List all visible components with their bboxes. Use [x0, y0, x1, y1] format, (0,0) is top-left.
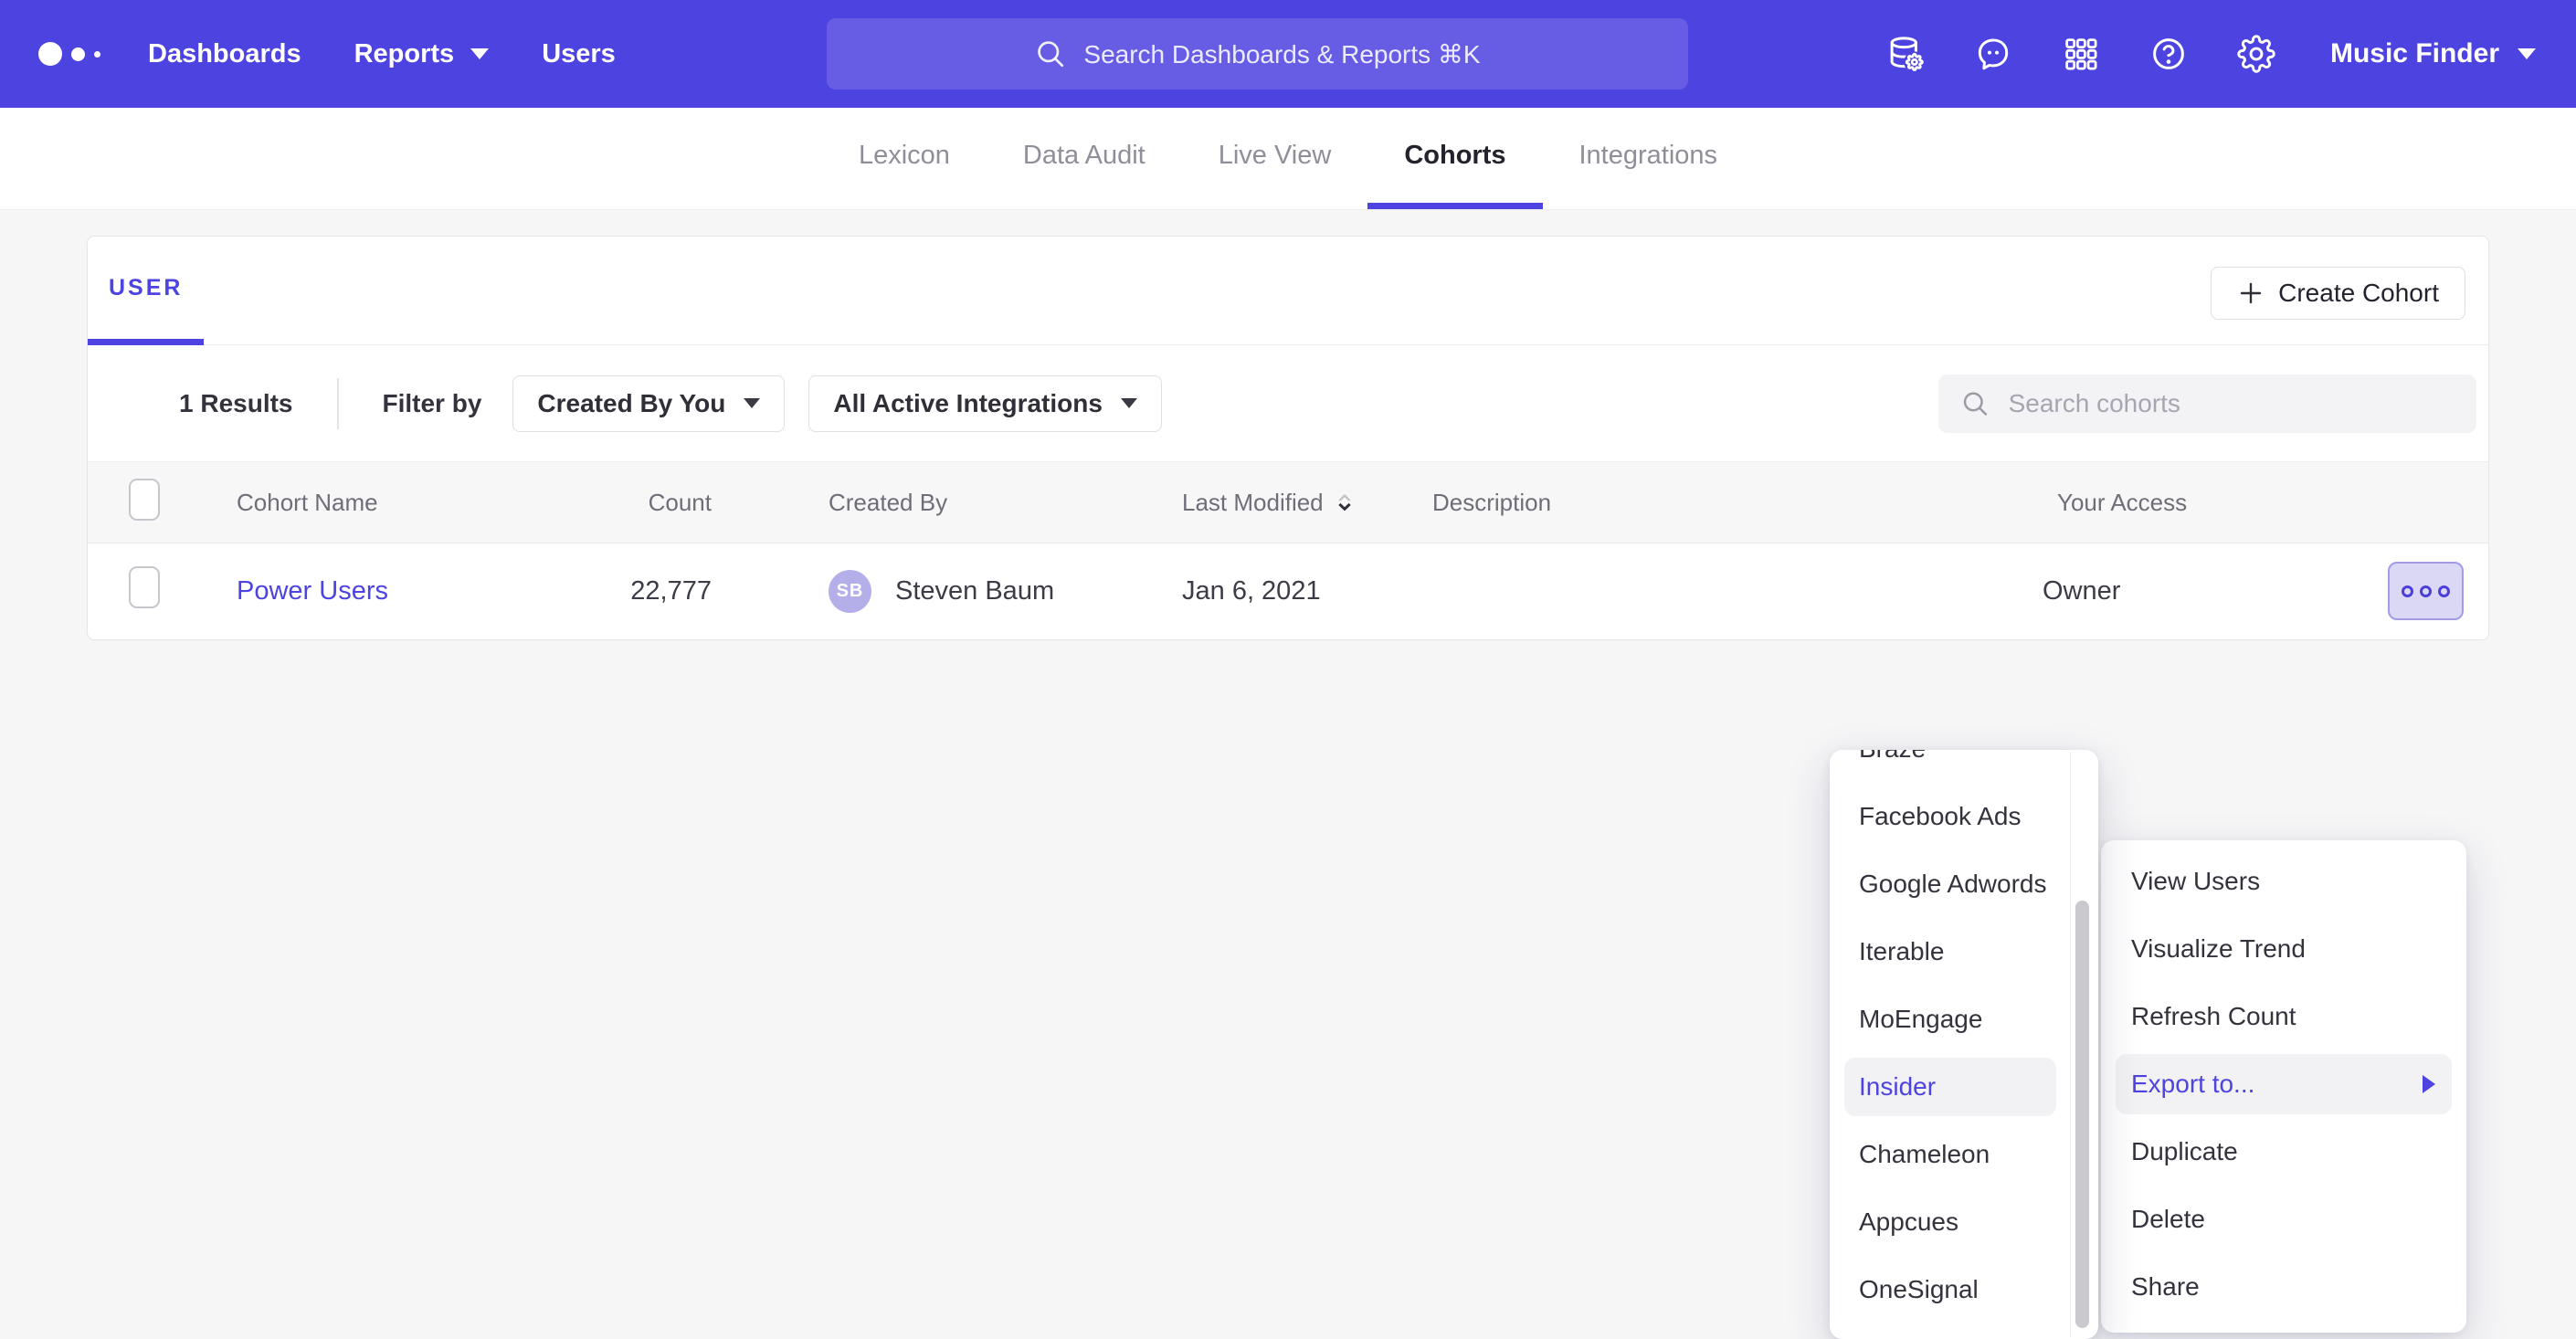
cohorts-card: USER Create Cohort 1 Results Filter by C…	[87, 236, 2489, 640]
chevron-down-icon	[1121, 398, 1137, 408]
cohort-count: 22,777	[497, 576, 712, 606]
global-search-placeholder: Search Dashboards & Reports ⌘K	[1083, 39, 1480, 69]
global-search-input[interactable]: Search Dashboards & Reports ⌘K	[827, 18, 1688, 90]
tab-live-view[interactable]: Live View	[1182, 108, 1368, 209]
export-to-label: Export to...	[2131, 1054, 2254, 1114]
project-switcher[interactable]: Music Finder	[2330, 38, 2536, 69]
row-context-menu-list: View Users Visualize Trend Refresh Count…	[2101, 848, 2466, 1321]
plus-icon	[2237, 279, 2265, 307]
logo-dot	[38, 42, 62, 66]
nav-item-users[interactable]: Users	[542, 39, 616, 69]
cohort-search-box[interactable]	[1938, 374, 2476, 433]
search-icon	[1960, 387, 1990, 420]
card-header: USER Create Cohort	[88, 237, 2488, 345]
create-cohort-label: Create Cohort	[2278, 279, 2439, 308]
data-management-icon[interactable]	[1886, 35, 1925, 73]
settings-gear-icon[interactable]	[2237, 35, 2275, 73]
menu-item-chameleon[interactable]: Chameleon	[1830, 1121, 2098, 1188]
menu-item-export-to[interactable]: Export to...	[2116, 1054, 2452, 1114]
feedback-chat-icon[interactable]	[1974, 35, 2012, 73]
menu-item-moengage[interactable]: MoEngage	[1830, 986, 2098, 1053]
creator-name: Steven Baum	[895, 576, 1054, 606]
created-by-filter-dropdown[interactable]: Created By You	[512, 375, 785, 432]
project-name: Music Finder	[2330, 38, 2499, 69]
table-row: Power Users 22,777 SB Steven Baum Jan 6,…	[88, 543, 2488, 638]
filter-by-label: Filter by	[383, 389, 482, 418]
primary-nav: Dashboards Reports Users	[148, 39, 616, 69]
column-last-modified[interactable]: Last Modified	[1182, 489, 1432, 517]
row-context-menu: View Users Visualize Trend Refresh Count…	[2101, 840, 2466, 1333]
menu-item-braze[interactable]: Braze	[1830, 750, 2098, 783]
menu-item-refresh-count[interactable]: Refresh Count	[2101, 983, 2466, 1050]
access-cell: Owner	[2043, 576, 2331, 606]
tab-lexicon[interactable]: Lexicon	[822, 108, 987, 209]
mixpanel-logo-icon[interactable]	[38, 42, 100, 66]
export-destinations-list: Braze Facebook Ads Google Adwords Iterab…	[1830, 750, 2098, 1323]
logo-dot	[94, 51, 100, 58]
cohorts-page: USER Create Cohort 1 Results Filter by C…	[0, 211, 2576, 1158]
menu-item-duplicate[interactable]: Duplicate	[2101, 1118, 2466, 1186]
apps-grid-icon[interactable]	[2062, 35, 2100, 73]
chevron-down-icon	[2518, 48, 2536, 59]
search-icon	[1034, 37, 1067, 70]
column-cohort-name: Cohort Name	[237, 489, 497, 517]
dot-icon	[2420, 585, 2432, 597]
app-root: Dashboards Reports Users Search Dashboar…	[0, 0, 2576, 1158]
tab-data-audit[interactable]: Data Audit	[987, 108, 1182, 209]
menu-item-facebook-ads[interactable]: Facebook Ads	[1830, 783, 2098, 850]
integrations-filter-dropdown[interactable]: All Active Integrations	[808, 375, 1162, 432]
top-nav: Dashboards Reports Users Search Dashboar…	[0, 0, 2576, 108]
export-destinations-menu: Braze Facebook Ads Google Adwords Iterab…	[1830, 750, 2098, 1339]
created-by-filter-label: Created By You	[537, 389, 725, 418]
nav-item-reports[interactable]: Reports	[354, 39, 490, 69]
menu-item-share[interactable]: Share	[2101, 1253, 2466, 1321]
created-by-cell: SB Steven Baum	[712, 570, 1182, 613]
logo-dot	[71, 47, 85, 61]
last-modified-cell: Jan 6, 2021	[1182, 576, 1432, 606]
scrollbar-thumb[interactable]	[2075, 901, 2089, 1328]
table-header: Cohort Name Count Created By Last Modifi…	[88, 461, 2488, 543]
tab-user-cohorts[interactable]: USER	[88, 237, 204, 345]
nav-item-reports-label: Reports	[354, 39, 455, 69]
cohort-search-input[interactable]	[2007, 388, 2455, 419]
row-more-actions-button[interactable]	[2388, 562, 2464, 620]
divider	[2070, 752, 2071, 1337]
column-description: Description	[1432, 489, 2057, 517]
row-checkbox[interactable]	[129, 566, 160, 608]
menu-item-google-adwords[interactable]: Google Adwords	[1830, 850, 2098, 918]
help-icon[interactable]	[2149, 35, 2188, 73]
column-created-by: Created By	[712, 489, 1182, 517]
results-count: 1 Results	[179, 389, 293, 418]
chevron-down-icon	[744, 398, 760, 408]
menu-item-onesignal[interactable]: OneSignal	[1830, 1256, 2098, 1323]
integrations-filter-label: All Active Integrations	[833, 389, 1103, 418]
dot-icon	[2402, 585, 2413, 597]
column-count: Count	[497, 489, 712, 517]
menu-item-delete[interactable]: Delete	[2101, 1186, 2466, 1253]
avatar: SB	[829, 570, 871, 613]
menu-item-iterable[interactable]: Iterable	[1830, 918, 2098, 986]
nav-item-dashboards[interactable]: Dashboards	[148, 39, 301, 69]
cohort-name-link[interactable]: Power Users	[237, 576, 388, 606]
tab-cohorts[interactable]: Cohorts	[1367, 108, 1542, 209]
create-cohort-button[interactable]: Create Cohort	[2211, 267, 2465, 320]
column-last-modified-label: Last Modified	[1182, 489, 1324, 517]
tab-integrations[interactable]: Integrations	[1543, 108, 1755, 209]
menu-item-insider[interactable]: Insider	[1844, 1058, 2056, 1116]
column-your-access: Your Access	[2057, 489, 2331, 517]
nav-utilities: Music Finder	[1886, 0, 2536, 108]
menu-item-appcues[interactable]: Appcues	[1830, 1188, 2098, 1256]
menu-item-view-users[interactable]: View Users	[2101, 848, 2466, 915]
filter-toolbar: 1 Results Filter by Created By You All A…	[88, 345, 2488, 461]
section-tabs: Lexicon Data Audit Live View Cohorts Int…	[0, 108, 2576, 210]
dot-icon	[2438, 585, 2450, 597]
select-all-checkbox[interactable]	[129, 479, 160, 521]
divider	[337, 378, 339, 429]
submenu-arrow-icon	[2423, 1075, 2435, 1093]
sort-icon	[1333, 490, 1357, 514]
chevron-down-icon	[470, 48, 489, 59]
menu-item-visualize-trend[interactable]: Visualize Trend	[2101, 915, 2466, 983]
